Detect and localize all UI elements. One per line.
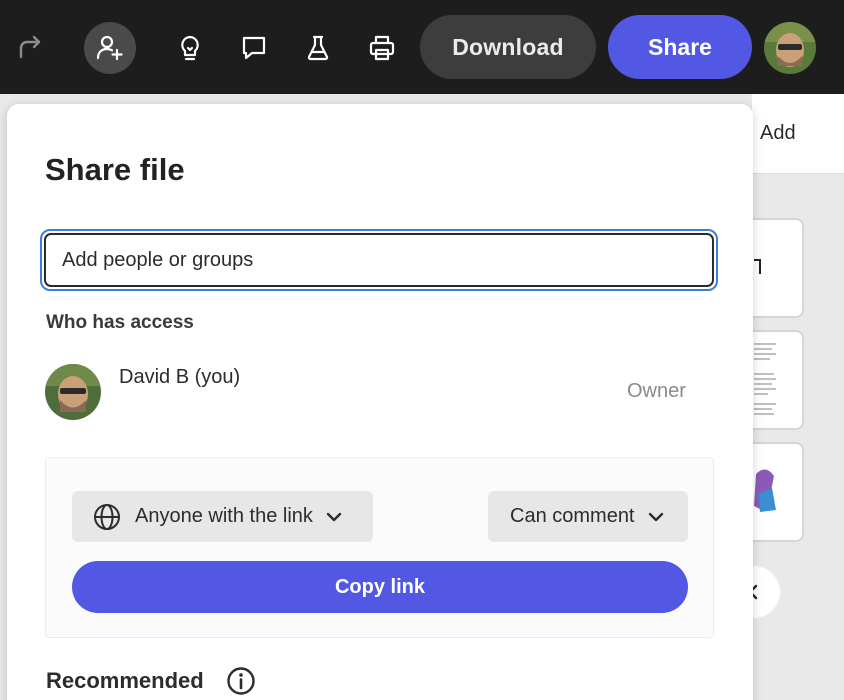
link-access-label: Anyone with the link bbox=[135, 505, 313, 527]
add-people-input[interactable] bbox=[44, 233, 714, 287]
user-role: Owner bbox=[627, 380, 686, 402]
share-file-panel: Share file Who has access David B (you) … bbox=[7, 104, 753, 700]
redo-icon[interactable] bbox=[4, 22, 56, 74]
who-has-access-heading: Who has access bbox=[46, 312, 194, 333]
add-button[interactable]: Add bbox=[760, 122, 796, 145]
copy-link-button[interactable]: Copy link bbox=[72, 561, 688, 613]
recommended-heading: Recommended bbox=[46, 668, 204, 693]
chevron-down-icon bbox=[326, 512, 342, 521]
download-button[interactable]: Download bbox=[420, 15, 596, 79]
top-toolbar: Download Share bbox=[0, 0, 844, 94]
page-title: Share file bbox=[45, 152, 185, 187]
chevron-down-icon bbox=[648, 512, 663, 521]
link-settings-box: Anyone with the link Can comment Copy li… bbox=[45, 457, 714, 638]
permission-label: Can comment bbox=[510, 505, 635, 527]
search-field-container bbox=[40, 229, 718, 291]
add-person-icon[interactable] bbox=[84, 22, 136, 74]
flask-icon[interactable] bbox=[292, 22, 344, 74]
permission-dropdown[interactable]: Can comment bbox=[488, 491, 688, 542]
link-access-dropdown[interactable]: Anyone with the link bbox=[72, 491, 373, 542]
user-name: David B (you) bbox=[119, 366, 241, 388]
avatar[interactable] bbox=[764, 22, 816, 74]
print-icon[interactable] bbox=[356, 22, 408, 74]
comment-icon[interactable] bbox=[228, 22, 280, 74]
globe-icon bbox=[94, 503, 120, 530]
lightbulb-icon[interactable] bbox=[164, 22, 216, 74]
share-button[interactable]: Share bbox=[608, 15, 752, 79]
avatar bbox=[45, 364, 101, 420]
info-icon[interactable] bbox=[226, 666, 256, 696]
